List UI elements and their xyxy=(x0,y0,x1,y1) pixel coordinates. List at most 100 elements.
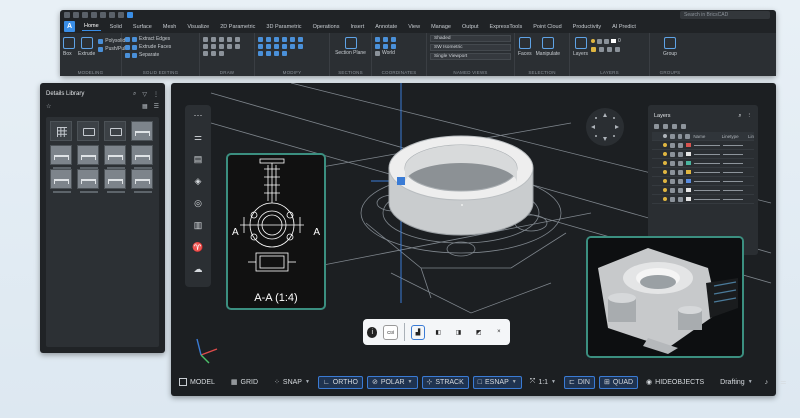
circle-icon[interactable] xyxy=(219,37,224,42)
separate-button[interactable]: Separate xyxy=(125,51,196,59)
tab-solid[interactable]: Solid xyxy=(108,23,124,31)
edge-tool-icon[interactable] xyxy=(132,36,137,42)
library-detail[interactable] xyxy=(50,169,72,193)
chevron-down-icon[interactable]: ▼ xyxy=(512,379,517,385)
layer-color-swatch[interactable] xyxy=(686,170,691,174)
extrude-icon[interactable] xyxy=(80,37,93,49)
library-detail[interactable] xyxy=(77,145,99,169)
tab-surface[interactable]: Surface xyxy=(131,23,154,31)
model-viewport[interactable]: ⋯ ⚌ ▤ ◈ ◎ ▥ ♈ ☁ A A A-A (1:4) Layers ⌕ ⋮… xyxy=(171,83,776,371)
new-file-icon[interactable] xyxy=(73,12,79,18)
viewport-select[interactable]: Single Viewport xyxy=(430,53,511,60)
ucs-x-icon[interactable] xyxy=(375,44,380,49)
tab-ai-predict[interactable]: AI Predict xyxy=(610,23,638,31)
sun-icon[interactable] xyxy=(670,169,675,175)
boundary-icon[interactable] xyxy=(211,51,216,56)
layer-isolate-icon[interactable] xyxy=(591,47,597,52)
rotate-icon[interactable] xyxy=(266,37,271,42)
light-bulb-icon[interactable] xyxy=(663,179,667,183)
sun-icon[interactable] xyxy=(670,160,675,166)
tab-insert[interactable]: Insert xyxy=(348,23,366,31)
mirror-icon[interactable] xyxy=(266,44,271,49)
box-button[interactable]: Box xyxy=(63,50,75,58)
tab-point-cloud[interactable]: Point Cloud xyxy=(531,23,563,31)
redo-icon[interactable] xyxy=(118,12,124,18)
layers-icon[interactable] xyxy=(574,37,587,49)
region-icon[interactable] xyxy=(203,51,208,56)
tab-2d-parametric[interactable]: 2D Parametric xyxy=(218,23,257,31)
group-button[interactable]: Group xyxy=(653,50,687,58)
trophy-icon[interactable]: ♈ xyxy=(192,241,204,253)
layer-row[interactable] xyxy=(652,168,754,177)
layer-manager-icon[interactable]: ◈ xyxy=(192,175,204,187)
target-icon[interactable]: ◎ xyxy=(192,197,204,209)
search-input[interactable]: Search in BricsCAD xyxy=(680,11,770,19)
menu-icon[interactable] xyxy=(64,12,70,18)
ucs-icon[interactable] xyxy=(375,37,380,42)
sun-icon[interactable] xyxy=(670,178,675,184)
layers-more-icon[interactable]: ⋮ xyxy=(747,113,753,120)
light-bulb-icon[interactable] xyxy=(663,197,667,201)
faces-icon[interactable] xyxy=(518,37,531,49)
undo-icon[interactable] xyxy=(109,12,115,18)
chamfer-icon[interactable] xyxy=(298,37,303,42)
copy-icon[interactable] xyxy=(258,44,263,49)
layer-color-swatch[interactable] xyxy=(686,179,691,183)
layer-color-swatch[interactable] xyxy=(686,197,691,201)
extrude-faces-button[interactable]: Extrude Faces xyxy=(125,43,196,51)
lock-icon[interactable] xyxy=(678,160,683,166)
tab-productivity[interactable]: Productivity xyxy=(571,23,603,31)
brush-icon[interactable]: ▥ xyxy=(192,219,204,231)
text-icon[interactable] xyxy=(235,44,240,49)
layer-select[interactable]: 0 xyxy=(591,37,621,45)
cloud-icon[interactable]: ☁ xyxy=(192,263,204,275)
layer-freeze-icon[interactable] xyxy=(607,47,613,52)
ring-model[interactable] xyxy=(388,135,534,236)
layer-color-swatch[interactable] xyxy=(686,188,691,192)
library-detail[interactable] xyxy=(131,145,153,169)
lock-icon[interactable] xyxy=(678,142,683,148)
array-icon[interactable] xyxy=(290,44,295,49)
explode-icon[interactable] xyxy=(266,51,271,56)
library-detail[interactable] xyxy=(77,169,99,193)
layer-color-swatch[interactable] xyxy=(686,143,691,147)
move-icon[interactable] xyxy=(258,37,263,42)
push-pull-icon[interactable]: ◧ xyxy=(431,325,445,340)
point-icon[interactable] xyxy=(227,44,232,49)
line-icon[interactable] xyxy=(203,37,208,42)
sun-icon[interactable] xyxy=(670,142,675,148)
lock-icon[interactable] xyxy=(678,169,683,175)
layer-row[interactable] xyxy=(652,177,754,186)
faces-button[interactable]: Faces xyxy=(518,50,532,58)
sliders-icon[interactable]: ⚌ xyxy=(192,131,204,143)
library-detail[interactable] xyxy=(50,145,72,169)
offset-icon[interactable] xyxy=(298,44,303,49)
extrude-face-icon[interactable]: ▟ xyxy=(410,324,426,340)
info-icon[interactable]: i xyxy=(367,326,378,338)
manipulate-button[interactable]: Manipulate xyxy=(536,50,560,58)
library-detail[interactable] xyxy=(131,169,153,193)
open-file-icon[interactable] xyxy=(82,12,88,18)
library-folder[interactable] xyxy=(104,121,126,141)
tab-manage[interactable]: Manage xyxy=(429,23,453,31)
lock-icon[interactable] xyxy=(678,178,683,184)
library-tile-grid[interactable] xyxy=(50,121,72,141)
list-view-icon[interactable]: ☰ xyxy=(154,103,159,115)
section-plane-icon[interactable] xyxy=(344,37,357,49)
chevron-down-icon[interactable]: ▼ xyxy=(551,379,556,385)
library-detail[interactable] xyxy=(104,169,126,193)
layer-color-swatch[interactable] xyxy=(686,152,691,156)
ctrl-key-button[interactable]: Ctrl xyxy=(383,324,398,340)
grid-view-icon[interactable]: ▦ xyxy=(142,103,148,115)
hatch-icon[interactable] xyxy=(219,44,224,49)
visual-style-select[interactable]: Shaded xyxy=(430,35,511,42)
tab-annotate[interactable]: Annotate xyxy=(373,23,399,31)
library-detail[interactable] xyxy=(131,121,153,141)
strack-toggle[interactable]: ⊹ STRACK xyxy=(421,375,469,389)
layer-match-icon[interactable] xyxy=(615,47,621,52)
rotate-face-icon[interactable]: ◩ xyxy=(472,325,486,340)
scale-icon[interactable] xyxy=(274,44,279,49)
view-select[interactable]: SW Isometric xyxy=(430,44,511,51)
col-lineweight[interactable]: Lin xyxy=(748,134,754,139)
layer-row[interactable] xyxy=(652,195,754,204)
